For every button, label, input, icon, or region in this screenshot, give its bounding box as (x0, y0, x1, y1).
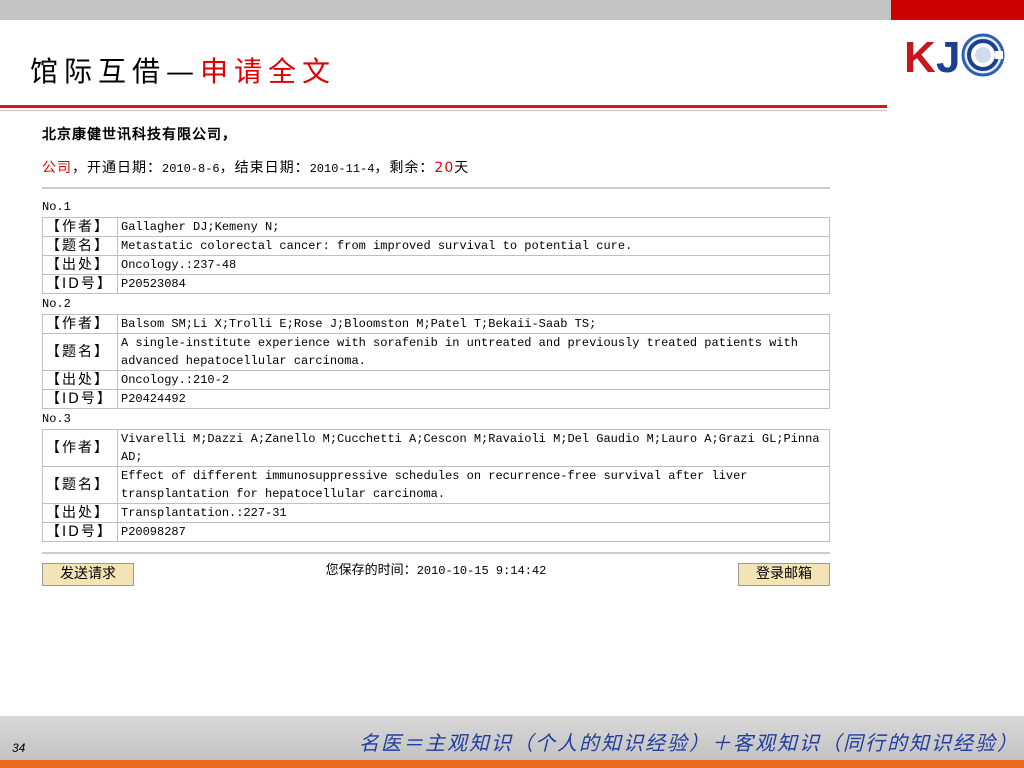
footer-slogan: 名医＝主观知识（个人的知识经验）＋客观知识（同行的知识经验） (359, 731, 1019, 755)
field-value-id: P20523084 (117, 274, 830, 294)
field-label-id: 【ID号】 (42, 389, 118, 409)
field-value-source: Oncology.:210-2 (117, 370, 830, 390)
field-label-source: 【出处】 (42, 370, 118, 390)
slide-title-prefix: 馆际互借— (30, 55, 201, 88)
table-row: 【作者】 Gallagher DJ;Kemeny N; (42, 217, 830, 237)
page-number: 34 (12, 741, 26, 755)
login-mailbox-button[interactable]: 登录邮箱 (738, 563, 830, 586)
table-row: 【作者】 Vivarelli M;Dazzi A;Zanello M;Cucch… (42, 429, 830, 467)
field-label-author: 【作者】 (42, 429, 118, 467)
footer-stripe (0, 760, 1024, 768)
slide-title-highlight: 申请全文 (200, 55, 337, 88)
field-label-id: 【ID号】 (42, 274, 118, 294)
saved-time-label: 您保存的时间： (325, 563, 417, 578)
field-label-source: 【出处】 (42, 255, 118, 275)
field-value-source: Oncology.:237-48 (117, 255, 830, 275)
open-date: 2010-8-6 (162, 162, 220, 176)
days-unit: 天 (454, 160, 470, 176)
top-bar-red (891, 0, 1024, 20)
table-row: 【ID号】 P20098287 (42, 522, 830, 542)
table-row: 【题名】 Effect of different immunosuppressi… (42, 466, 830, 504)
kj-logo: K J (904, 33, 1005, 79)
slide-title: 馆际互借—申请全文 (30, 52, 336, 92)
open-date-label: ，开通日期： (72, 160, 162, 176)
title-underline-gray (0, 110, 887, 111)
divider-bottom (42, 552, 830, 554)
table-row: 【题名】 Metastatic colorectal cancer: from … (42, 236, 830, 256)
remaining-label: ，剩余： (374, 160, 435, 176)
concentric-ring-icon (961, 33, 1005, 77)
field-label-title: 【题名】 (42, 466, 118, 504)
end-date: 2010-11-4 (309, 162, 375, 176)
table-row: 【ID号】 P20523084 (42, 274, 830, 294)
field-value-title: Metastatic colorectal cancer: from impro… (117, 236, 830, 256)
saved-time-value: 2010-10-15 9:14:42 (416, 564, 547, 578)
logo-letter-j: J (936, 33, 960, 79)
field-value-author: Gallagher DJ;Kemeny N; (117, 217, 830, 237)
action-bar: 发送请求 您保存的时间：2010-10-15 9:14:42 登录邮箱 (42, 563, 830, 586)
field-label-title: 【题名】 (42, 333, 118, 371)
account-status-line: 公司，开通日期：2010-8-6，结束日期：2010-11-4，剩余：20天 (42, 157, 830, 180)
table-row: 【题名】 A single-institute experience with … (42, 333, 830, 371)
record-table: 【作者】 Gallagher DJ;Kemeny N; 【题名】 Metasta… (42, 217, 830, 294)
field-value-id: P20098287 (117, 522, 830, 542)
table-row: 【出处】 Oncology.:210-2 (42, 370, 830, 390)
logo-letter-k: K (904, 33, 936, 79)
request-page: 北京康健世讯科技有限公司， 公司，开通日期：2010-8-6，结束日期：2010… (42, 124, 830, 586)
field-value-title: A single-institute experience with soraf… (117, 333, 830, 371)
field-label-title: 【题名】 (42, 236, 118, 256)
table-row: 【出处】 Transplantation.:227-31 (42, 503, 830, 523)
field-value-source: Transplantation.:227-31 (117, 503, 830, 523)
saved-time: 您保存的时间：2010-10-15 9:14:42 (42, 563, 830, 579)
top-bar-gray (0, 0, 891, 20)
field-label-author: 【作者】 (42, 314, 118, 334)
field-label-source: 【出处】 (42, 503, 118, 523)
remaining-days: 20 (434, 160, 455, 176)
end-date-label: ，结束日期： (219, 160, 310, 176)
divider-top (42, 187, 830, 189)
field-label-id: 【ID号】 (42, 522, 118, 542)
company-name: 北京康健世讯科技有限公司， (42, 127, 237, 143)
field-label-author: 【作者】 (42, 217, 118, 237)
record-number: No.3 (42, 412, 71, 426)
record-number: No.2 (42, 297, 71, 311)
title-underline-red (0, 105, 887, 108)
record-table: 【作者】 Vivarelli M;Dazzi A;Zanello M;Cucch… (42, 429, 830, 542)
field-value-title: Effect of different immunosuppressive sc… (117, 466, 830, 504)
record-number: No.1 (42, 200, 71, 214)
table-row: 【ID号】 P20424492 (42, 389, 830, 409)
org-name: 公司 (42, 160, 72, 176)
table-row: 【作者】 Balsom SM;Li X;Trolli E;Rose J;Bloo… (42, 314, 830, 334)
field-value-author: Balsom SM;Li X;Trolli E;Rose J;Bloomston… (117, 314, 830, 334)
field-value-id: P20424492 (117, 389, 830, 409)
field-value-author: Vivarelli M;Dazzi A;Zanello M;Cucchetti … (117, 429, 830, 467)
record-table: 【作者】 Balsom SM;Li X;Trolli E;Rose J;Bloo… (42, 314, 830, 409)
table-row: 【出处】 Oncology.:237-48 (42, 255, 830, 275)
